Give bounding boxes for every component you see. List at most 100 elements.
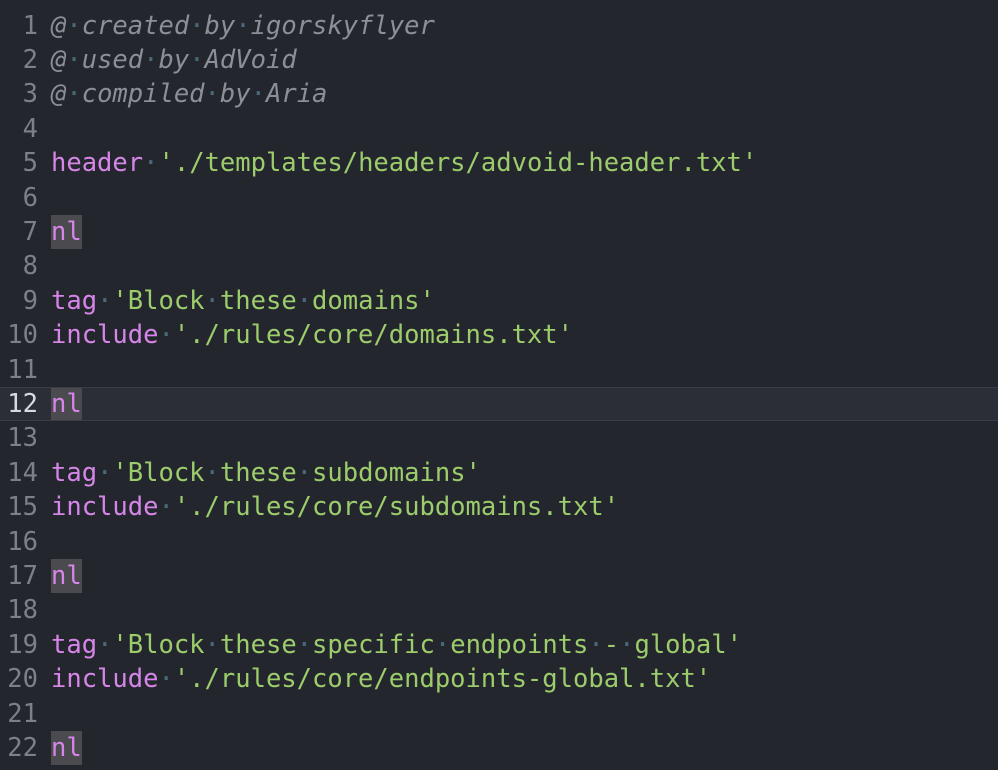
code-line[interactable]: 12 nl [0,386,998,421]
line-number: 13 [7,423,38,454]
nl-keyword: nl [51,730,82,765]
line-content[interactable]: nl [51,214,82,249]
line-content[interactable]: include·'./rules/core/endpoints-global.t… [51,662,711,696]
whitespace-marker: · [235,10,251,41]
keyword-token: tag [51,285,98,316]
whitespace-marker: · [66,79,82,110]
nl-keyword: nl [51,214,82,249]
nl-keyword: nl [51,387,82,420]
code-line[interactable]: 9 tag·'Block·these·domains' [0,284,998,318]
whitespace-marker: · [204,79,220,110]
string-token: these [219,629,297,660]
code-line[interactable]: 2 @·used·by·AdVoid [0,43,998,77]
line-content[interactable]: tag·'Block·these·specific·endpoints·-·gl… [51,628,742,662]
code-line[interactable]: 16 [0,525,998,559]
line-content[interactable]: header·'./templates/headers/advoid-heade… [51,146,757,180]
code-line[interactable]: 17 nl [0,558,998,593]
code-line[interactable]: 21 [0,697,998,731]
line-number: 3 [22,79,38,110]
string-token: './templates/headers/advoid-header.txt' [158,148,758,179]
code-line[interactable]: 5 header·'./templates/headers/advoid-head… [0,146,998,180]
keyword-token: tag [51,629,98,660]
string-token: endpoints [450,629,589,660]
line-number: 11 [7,354,38,385]
comment-token: used [81,44,144,75]
line-content[interactable]: @·used·by·AdVoid [51,43,297,77]
line-number: 20 [7,664,38,695]
keyword-token: include [51,492,159,523]
code-line[interactable]: 22 nl [0,730,998,765]
whitespace-marker: · [66,10,82,41]
code-line[interactable]: 20 include·'./rules/core/endpoints-global… [0,662,998,696]
comment-token: by [158,44,190,75]
line-number: 16 [7,526,38,557]
line-number: 14 [7,457,38,488]
code-line[interactable]: 18 [0,593,998,627]
code-line[interactable]: 6 [0,181,998,215]
whitespace-marker: · [296,457,313,488]
whitespace-marker: · [97,629,113,660]
whitespace-marker: · [296,629,313,660]
code-line[interactable]: 4 [0,112,998,146]
line-content[interactable]: include·'./rules/core/subdomains.txt' [51,490,619,524]
string-token: - [603,629,620,660]
code-line[interactable]: 19 tag·'Block·these·specific·endpoints·-·… [0,628,998,662]
keyword-token: include [51,664,159,695]
line-content[interactable]: nl [51,730,82,765]
string-token: 'Block [112,285,205,316]
code-line[interactable]: 3 @·compiled·by·Aria [0,77,998,111]
line-number: 17 [7,560,38,591]
code-line[interactable]: 7 nl [0,214,998,249]
code-editor[interactable]: 1 @·created·by·igorskyflyer 2 @·used·by·AdV… [0,0,998,770]
comment-token: @ [51,44,67,75]
line-number: 10 [7,320,38,351]
keyword-token: include [51,320,159,351]
line-content[interactable]: nl [51,558,82,593]
line-number: 1 [22,10,38,41]
line-number: 9 [22,285,38,316]
line-content[interactable]: include·'./rules/core/domains.txt' [51,318,573,352]
string-token: specific [312,629,435,660]
code-line[interactable]: 15 include·'./rules/core/subdomains.txt' [0,490,998,524]
comment-token: AdVoid [204,44,297,75]
comment-token: created [81,10,190,41]
line-content[interactable]: tag·'Block·these·subdomains' [51,456,481,490]
whitespace-marker: · [619,629,635,660]
code-line[interactable]: 8 [0,249,998,283]
whitespace-marker: · [588,629,604,660]
line-number: 18 [7,595,38,626]
keyword-token: tag [51,457,98,488]
string-token: './rules/core/domains.txt' [173,320,573,351]
code-line[interactable]: 13 [0,421,998,455]
whitespace-marker: · [434,629,451,660]
comment-token: compiled [81,79,205,110]
string-token: global' [634,629,742,660]
whitespace-marker: · [158,492,174,523]
line-content[interactable]: tag·'Block·these·domains' [51,284,435,318]
code-line[interactable]: 11 [0,353,998,387]
line-content[interactable]: @·compiled·by·Aria [51,77,327,111]
line-content[interactable]: nl [51,387,82,420]
code-line[interactable]: 1 @·created·by·igorskyflyer [0,9,998,43]
nl-keyword: nl [51,558,82,593]
code-line[interactable]: 14 tag·'Block·these·subdomains' [0,456,998,490]
comment-token: igorskyflyer [250,10,435,41]
comment-token: @ [51,79,67,110]
string-token: domains' [312,285,435,316]
line-number: 8 [22,251,38,282]
whitespace-marker: · [158,664,174,695]
whitespace-marker: · [250,79,266,110]
line-content[interactable]: @·created·by·igorskyflyer [51,9,435,43]
string-token: 'Block [112,457,205,488]
line-number: 21 [7,698,38,729]
whitespace-marker: · [66,44,82,75]
whitespace-marker: · [158,320,174,351]
line-number: 22 [7,732,38,763]
comment-token: Aria [265,79,328,110]
line-number: 4 [22,113,38,144]
string-token: these [219,457,297,488]
string-token: 'Block [112,629,205,660]
line-number: 5 [22,148,38,179]
string-token: './rules/core/subdomains.txt' [173,492,620,523]
code-line[interactable]: 10 include·'./rules/core/domains.txt' [0,318,998,352]
